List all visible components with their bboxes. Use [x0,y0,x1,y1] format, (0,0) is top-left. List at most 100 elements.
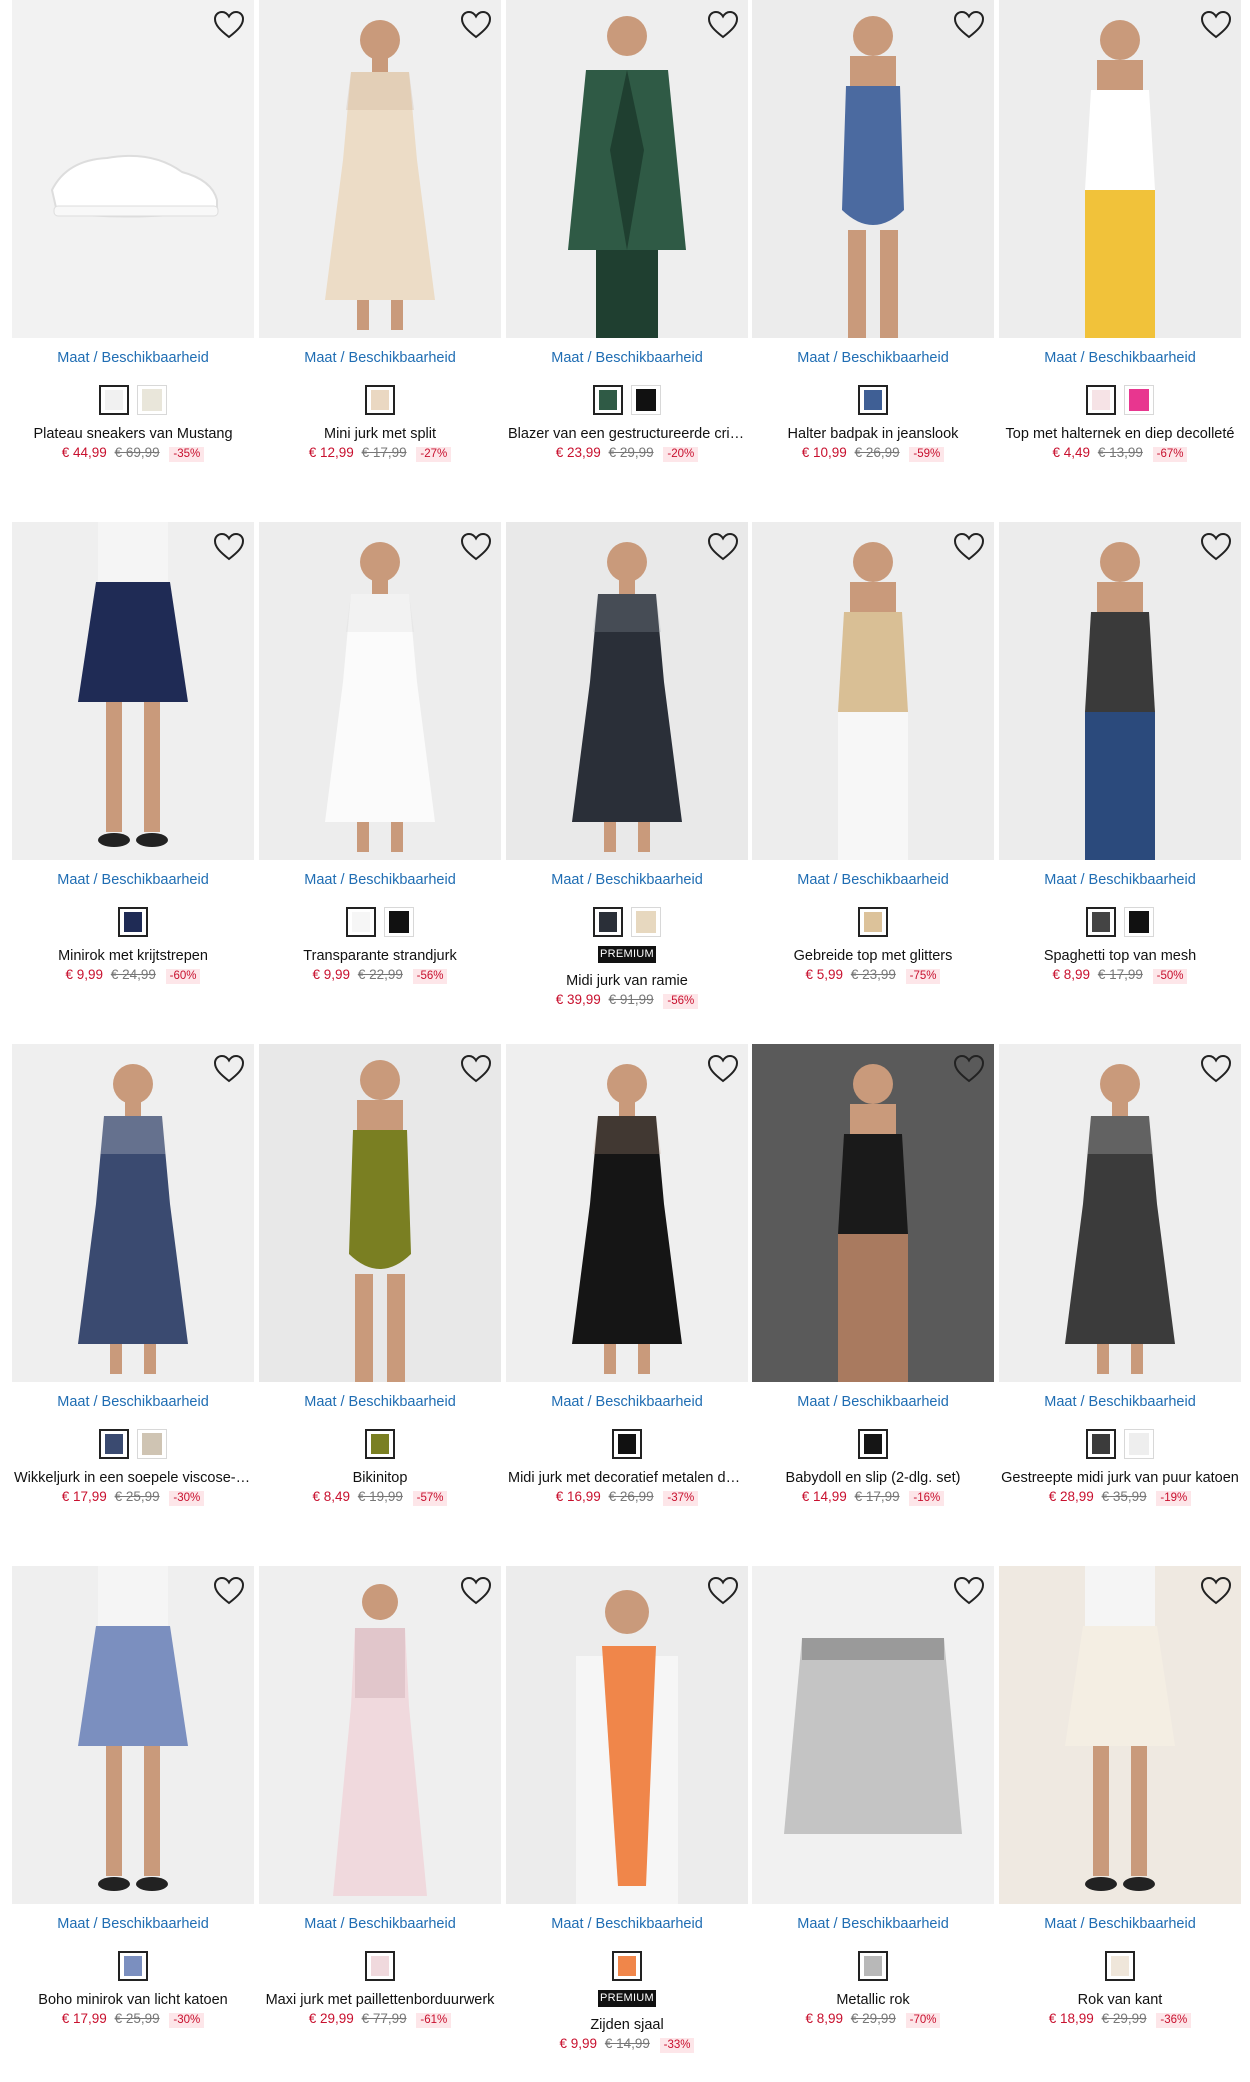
product-name[interactable]: Minirok met krijtstrepen [12,948,254,964]
size-availability-link[interactable]: Maat / Beschikbaarheid [752,350,994,370]
product-name[interactable]: Plateau sneakers van Mustang [12,426,254,442]
product-card[interactable]: Maat / Beschikbaarheid Plateau sneakers … [12,0,254,462]
wishlist-heart-icon[interactable] [706,8,740,42]
product-image[interactable] [999,1044,1241,1382]
color-swatch[interactable] [118,1951,148,1981]
size-availability-link[interactable]: Maat / Beschikbaarheid [506,350,748,370]
color-swatch[interactable] [118,907,148,937]
product-name[interactable]: Rok van kant [999,1992,1241,2008]
product-image[interactable] [752,522,994,860]
color-swatch[interactable] [346,907,376,937]
product-name[interactable]: Metallic rok [752,1992,994,2008]
wishlist-heart-icon[interactable] [706,1574,740,1608]
wishlist-heart-icon[interactable] [212,8,246,42]
size-availability-link[interactable]: Maat / Beschikbaarheid [259,1916,501,1936]
product-card[interactable]: Maat / Beschikbaarheid Blazer van een ge… [506,0,748,462]
product-image[interactable] [12,522,254,860]
product-name[interactable]: Midi jurk met decoratief metalen detail [506,1470,748,1486]
product-name[interactable]: Transparante strandjurk [259,948,501,964]
color-swatch[interactable] [858,385,888,415]
product-name[interactable]: Boho minirok van licht katoen [12,1992,254,2008]
wishlist-heart-icon[interactable] [706,530,740,564]
product-card[interactable]: Maat / Beschikbaarheid Metallic rok € 8,… [752,1566,994,2028]
wishlist-heart-icon[interactable] [1199,530,1233,564]
size-availability-link[interactable]: Maat / Beschikbaarheid [12,1394,254,1414]
wishlist-heart-icon[interactable] [1199,1574,1233,1608]
product-card[interactable]: Maat / Beschikbaarheid Gebreide top met … [752,522,994,984]
product-card[interactable]: Maat / Beschikbaarheid Maxi jurk met pai… [259,1566,501,2028]
product-name[interactable]: Maxi jurk met paillettenborduurwerk [259,1992,501,2008]
size-availability-link[interactable]: Maat / Beschikbaarheid [12,350,254,370]
wishlist-heart-icon[interactable] [459,530,493,564]
wishlist-heart-icon[interactable] [706,1052,740,1086]
size-availability-link[interactable]: Maat / Beschikbaarheid [999,350,1241,370]
color-swatch[interactable] [365,1951,395,1981]
size-availability-link[interactable]: Maat / Beschikbaarheid [259,1394,501,1414]
size-availability-link[interactable]: Maat / Beschikbaarheid [506,1394,748,1414]
product-card[interactable]: Maat / Beschikbaarheid Gestreepte midi j… [999,1044,1241,1506]
wishlist-heart-icon[interactable] [1199,8,1233,42]
product-card[interactable]: Maat / Beschikbaarheid Halter badpak in … [752,0,994,462]
product-image[interactable] [999,0,1241,338]
product-card[interactable]: Maat / Beschikbaarheid Babydoll en slip … [752,1044,994,1506]
product-image[interactable] [999,1566,1241,1904]
size-availability-link[interactable]: Maat / Beschikbaarheid [12,872,254,892]
size-availability-link[interactable]: Maat / Beschikbaarheid [999,872,1241,892]
color-swatch[interactable] [99,385,129,415]
color-swatch[interactable] [1105,1951,1135,1981]
size-availability-link[interactable]: Maat / Beschikbaarheid [999,1394,1241,1414]
product-name[interactable]: Spaghetti top van mesh [999,948,1241,964]
color-swatch[interactable] [1086,907,1116,937]
wishlist-heart-icon[interactable] [952,1574,986,1608]
wishlist-heart-icon[interactable] [459,8,493,42]
product-card[interactable]: Maat / Beschikbaarheid PREMIUM Zijden sj… [506,1566,748,2053]
size-availability-link[interactable]: Maat / Beschikbaarheid [506,872,748,892]
wishlist-heart-icon[interactable] [1199,1052,1233,1086]
wishlist-heart-icon[interactable] [212,530,246,564]
color-swatch[interactable] [365,385,395,415]
color-swatch[interactable] [1086,385,1116,415]
size-availability-link[interactable]: Maat / Beschikbaarheid [752,1916,994,1936]
color-swatch[interactable] [631,385,661,415]
product-image[interactable] [12,1044,254,1382]
product-card[interactable]: Maat / Beschikbaarheid Mini jurk met spl… [259,0,501,462]
product-name[interactable]: Gestreepte midi jurk van puur katoen [999,1470,1241,1486]
product-name[interactable]: Babydoll en slip (2-dlg. set) [752,1470,994,1486]
product-card[interactable]: Maat / Beschikbaarheid Transparante stra… [259,522,501,984]
product-card[interactable]: Maat / Beschikbaarheid Bikinitop € 8,49 … [259,1044,501,1506]
product-card[interactable]: Maat / Beschikbaarheid Rok van kant € 18… [999,1566,1241,2028]
color-swatch[interactable] [858,1951,888,1981]
color-swatch[interactable] [1124,1429,1154,1459]
product-name[interactable]: Midi jurk van ramie [506,973,748,989]
product-name[interactable]: Zijden sjaal [506,2017,748,2033]
product-image[interactable] [752,1566,994,1904]
size-availability-link[interactable]: Maat / Beschikbaarheid [12,1916,254,1936]
product-name[interactable]: Halter badpak in jeanslook [752,426,994,442]
size-availability-link[interactable]: Maat / Beschikbaarheid [752,1394,994,1414]
product-image[interactable] [259,1566,501,1904]
size-availability-link[interactable]: Maat / Beschikbaarheid [259,350,501,370]
color-swatch[interactable] [593,907,623,937]
product-image[interactable] [752,1044,994,1382]
wishlist-heart-icon[interactable] [459,1574,493,1608]
product-image[interactable] [259,522,501,860]
product-image[interactable] [506,1044,748,1382]
color-swatch[interactable] [593,385,623,415]
size-availability-link[interactable]: Maat / Beschikbaarheid [752,872,994,892]
wishlist-heart-icon[interactable] [212,1052,246,1086]
product-name[interactable]: Wikkeljurk in een soepele viscose-elasta… [12,1470,254,1486]
product-image[interactable] [259,1044,501,1382]
wishlist-heart-icon[interactable] [952,530,986,564]
product-image[interactable] [12,1566,254,1904]
product-name[interactable]: Blazer van een gestructureerde crinkle k… [506,426,748,442]
color-swatch[interactable] [1124,907,1154,937]
product-image[interactable] [259,0,501,338]
product-name[interactable]: Gebreide top met glitters [752,948,994,964]
product-image[interactable] [506,1566,748,1904]
product-card[interactable]: Maat / Beschikbaarheid Minirok met krijt… [12,522,254,984]
wishlist-heart-icon[interactable] [952,8,986,42]
color-swatch[interactable] [137,1429,167,1459]
color-swatch[interactable] [858,1429,888,1459]
product-image[interactable] [999,522,1241,860]
color-swatch[interactable] [1124,385,1154,415]
